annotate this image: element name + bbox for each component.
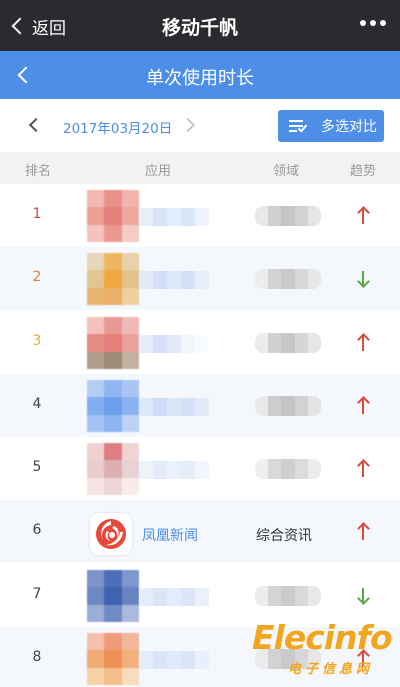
pixelated-app-icon (87, 190, 139, 242)
pixelated-app-icon (87, 443, 139, 495)
trend-up-arrow-icon (356, 396, 370, 416)
table-row[interactable]: 2 (0, 247, 400, 310)
rank-number: 5 (32, 459, 42, 475)
rank-number: 1 (32, 206, 42, 222)
app-field: 综合资讯 (256, 528, 312, 544)
pixelated-field (255, 459, 321, 479)
pixelated-app-icon (87, 380, 139, 432)
wechat-top-bar: 返回 移动千帆 (0, 0, 400, 51)
current-date[interactable]: 2017年03月20日 (63, 117, 172, 137)
page-header: 单次使用时长 (0, 51, 400, 99)
table-row[interactable]: 3 (0, 311, 400, 374)
pixelated-app-name (139, 208, 209, 226)
header-field: 领域 (273, 164, 300, 179)
rank-number: 4 (32, 396, 42, 412)
app-title: 移动千帆 (161, 17, 238, 39)
trend-down-arrow-icon (356, 269, 370, 289)
pixelated-app-icon (87, 253, 139, 305)
prev-date-button[interactable] (28, 117, 44, 133)
more-dots-icon[interactable] (360, 20, 386, 26)
header-rank: 排名 (25, 164, 52, 179)
pixelated-field (255, 206, 321, 226)
pixelated-app-name (139, 651, 209, 669)
trend-up-arrow-icon (356, 459, 370, 479)
app-name[interactable]: 凤凰新闻 (142, 525, 198, 545)
table-row[interactable]: 4 (0, 374, 400, 437)
pixelated-field (255, 586, 321, 606)
table-row[interactable]: 6 (0, 500, 400, 563)
chevron-left-icon (28, 117, 44, 133)
pixelated-app-icon (87, 570, 139, 622)
rank-number: 3 (32, 333, 42, 349)
multi-compare-label: 多选对比 (321, 119, 377, 135)
trend-down-arrow-icon (356, 586, 370, 606)
next-date-button[interactable] (180, 117, 198, 133)
trend-up-arrow-icon (356, 206, 370, 226)
rank-number: 8 (32, 649, 42, 665)
header-trend: 趋势 (350, 164, 377, 179)
ifeng-phoenix-icon (90, 513, 132, 555)
rank-number: 7 (32, 586, 42, 602)
pixelated-field (255, 333, 321, 353)
pixelated-app-name (139, 588, 209, 606)
header-app: 应用 (145, 164, 172, 179)
pixelated-app-icon (87, 317, 139, 369)
pixelated-field (255, 269, 321, 289)
pixelated-field (255, 396, 321, 416)
chevron-right-icon (180, 117, 196, 133)
rank-number: 2 (32, 269, 42, 285)
table-row[interactable]: 1 (0, 184, 400, 247)
multi-compare-button[interactable]: 多选对比 (278, 110, 384, 142)
pixelated-app-icon (87, 633, 139, 685)
pixelated-app-name (139, 335, 209, 353)
list-check-icon (289, 119, 311, 133)
rank-number: 6 (32, 522, 42, 538)
pixelated-app-name (139, 271, 209, 289)
elecinfo-watermark: Elecinfo 电子信息网 (252, 618, 393, 677)
trend-up-arrow-icon (356, 522, 370, 542)
pixelated-app-name (139, 461, 209, 479)
table-header: 排名 应用 领域 趋势 (0, 152, 400, 184)
pixelated-app-name (139, 398, 209, 416)
watermark-brand: Elecinfo (252, 618, 393, 657)
watermark-sub: 电子信息网 (288, 662, 374, 677)
table-row[interactable]: 5 (0, 437, 400, 500)
trend-up-arrow-icon (356, 333, 370, 353)
page-title: 单次使用时长 (146, 68, 254, 89)
